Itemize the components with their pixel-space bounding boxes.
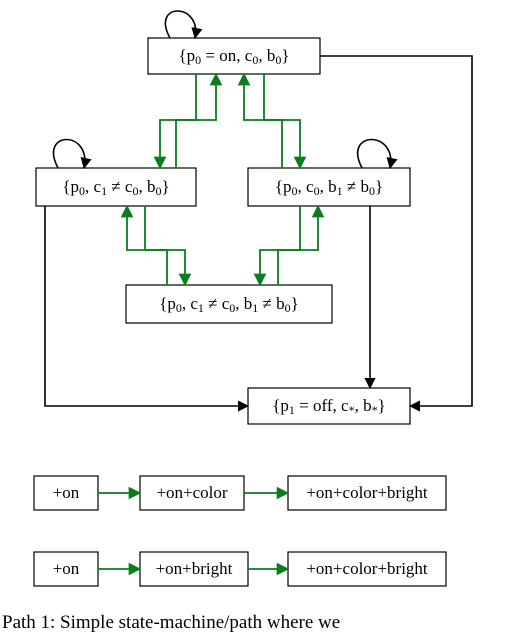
edge-left-mid [145,206,185,285]
edge-mid-right [278,206,318,285]
svg-text:+on+color+bright: +on+color+bright [306,559,428,578]
svg-text:+on+color: +on+color [156,483,227,502]
svg-text:{p0, c0, b1 ≠ b0}: {p0, c0, b1 ≠ b0} [275,177,383,198]
edge-right-top [244,74,282,168]
state-mid: {p0, c1 ≠ c0, b1 ≠ b0} [126,285,332,323]
seq2-node-a: +on [34,552,98,586]
diagram-canvas: {p0 = on, c0, b0} {p0, c1 ≠ c0, b0} {p0,… [0,0,510,638]
edge-top-left [160,74,196,168]
svg-text:{p0 = on, c0, b0}: {p0 = on, c0, b0} [179,46,290,67]
seq1-node-a: +on [34,476,98,510]
seq1-node-b: +on+color [140,476,244,510]
state-left: {p0, c1 ≠ c0, b0} [36,168,196,206]
edge-mid-left [127,206,167,285]
self-loop-top [165,11,195,38]
state-off: {p1 = off, c*, b*} [248,388,410,424]
self-loop-left [54,140,85,169]
seq2-node-b: +on+bright [140,552,248,586]
state-right: {p0, c0, b1 ≠ b0} [248,168,410,206]
figure-caption: Path 1: Simple state-machine/path where … [2,612,340,633]
svg-text:+on+bright: +on+bright [156,559,233,578]
svg-text:+on: +on [53,559,80,578]
state-top: {p0 = on, c0, b0} [148,38,320,74]
svg-text:+on+color+bright: +on+color+bright [306,483,428,502]
seq2-node-c: +on+color+bright [288,552,446,586]
seq1-node-c: +on+color+bright [288,476,446,510]
edge-top-off [320,56,472,406]
self-loop-right [358,140,391,169]
svg-text:+on: +on [53,483,80,502]
edge-right-mid [260,206,300,285]
svg-text:{p0, c1 ≠ c0, b0}: {p0, c1 ≠ c0, b0} [62,177,169,198]
